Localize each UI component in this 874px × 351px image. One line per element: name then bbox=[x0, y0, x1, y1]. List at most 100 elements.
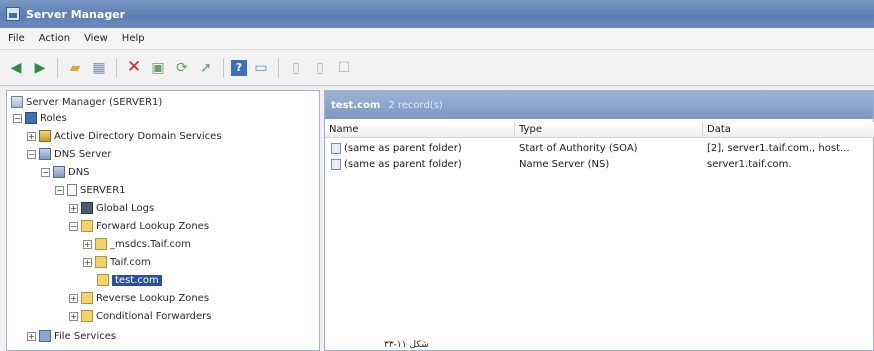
refresh-icon[interactable]: ⟳ bbox=[172, 58, 192, 78]
tree-label: DNS bbox=[68, 166, 90, 178]
folder-icon bbox=[81, 220, 93, 232]
table-row[interactable]: (same as parent folder) Start of Authori… bbox=[325, 141, 873, 155]
record-data: server1.taif.com. bbox=[707, 158, 792, 170]
tree-item-file-services[interactable]: + File Services bbox=[27, 329, 116, 343]
properties-icon[interactable]: ▣ bbox=[148, 58, 168, 78]
details-header: test.com 2 record(s) bbox=[325, 91, 873, 119]
tree-item-forward-lookup-zones[interactable]: − Forward Lookup Zones bbox=[69, 219, 209, 233]
back-arrow-icon[interactable]: ◀ bbox=[6, 58, 26, 78]
tree-item-roles[interactable]: − Roles bbox=[13, 111, 67, 125]
column-header-type[interactable]: Type bbox=[515, 122, 703, 138]
file-services-icon bbox=[39, 330, 51, 342]
dns-server-icon bbox=[39, 148, 51, 160]
disabled-tool-icon: ▯ bbox=[316, 59, 324, 76]
tree-item-dns[interactable]: − DNS bbox=[41, 165, 90, 179]
tree-item-conditional-forwarders[interactable]: + Conditional Forwarders bbox=[69, 309, 212, 323]
expand-toggle[interactable]: + bbox=[27, 131, 36, 141]
console-tree: Server Manager (SERVER1) − Roles + Activ… bbox=[6, 90, 320, 351]
help-icon[interactable]: ? bbox=[231, 59, 247, 76]
expand-toggle[interactable]: + bbox=[83, 257, 92, 267]
collapse-toggle[interactable]: − bbox=[69, 221, 78, 231]
toolbar-separator bbox=[278, 57, 279, 78]
tree-label: File Services bbox=[54, 330, 117, 342]
title-bar[interactable]: Server Manager bbox=[0, 0, 874, 28]
toolbar-separator bbox=[116, 57, 117, 78]
server-manager-app-icon bbox=[6, 7, 20, 21]
zone-name: test.com bbox=[331, 99, 381, 111]
server-manager-icon bbox=[11, 96, 23, 108]
folder-icon bbox=[81, 292, 93, 304]
tree-label: Active Directory Domain Services bbox=[54, 130, 222, 142]
expand-toggle[interactable]: + bbox=[69, 293, 78, 303]
tree-label-selected: test.com bbox=[112, 274, 162, 286]
tree-label: Reverse Lookup Zones bbox=[96, 292, 210, 304]
column-header-label: Type bbox=[519, 124, 542, 135]
collapse-toggle[interactable]: − bbox=[13, 113, 22, 123]
details-pane: test.com 2 record(s) Name Type Data (sam… bbox=[324, 90, 874, 351]
tree-item-active-directory[interactable]: + Active Directory Domain Services bbox=[27, 129, 222, 143]
column-header-data[interactable]: Data bbox=[703, 122, 874, 138]
collapse-toggle[interactable]: − bbox=[41, 167, 50, 177]
zone-folder-icon bbox=[95, 238, 107, 250]
expand-toggle[interactable]: + bbox=[69, 311, 78, 321]
menu-view[interactable]: View bbox=[84, 33, 108, 44]
column-header-label: Name bbox=[329, 124, 359, 135]
record-name: (same as parent folder) bbox=[344, 142, 462, 154]
column-header-name[interactable]: Name bbox=[325, 122, 515, 138]
menu-help[interactable]: Help bbox=[122, 33, 145, 44]
tree-label: Global Logs bbox=[96, 202, 155, 214]
record-name-cell: (same as parent folder) bbox=[331, 158, 462, 170]
up-folder-icon[interactable]: ▰ bbox=[65, 58, 85, 78]
tree-item-global-logs[interactable]: + Global Logs bbox=[69, 201, 154, 215]
tree-item-server1[interactable]: − SERVER1 bbox=[55, 183, 126, 197]
show-hide-tree-icon[interactable]: ▦ bbox=[89, 58, 109, 78]
folder-icon bbox=[81, 310, 93, 322]
toolbar-separator bbox=[57, 57, 58, 78]
record-icon bbox=[331, 158, 341, 170]
zone-folder-icon bbox=[95, 256, 107, 268]
menu-file[interactable]: File bbox=[8, 33, 25, 44]
expand-toggle[interactable]: + bbox=[83, 239, 92, 249]
active-directory-icon bbox=[39, 130, 51, 142]
toolbar-separator bbox=[223, 57, 224, 78]
logs-icon bbox=[81, 202, 93, 214]
expand-toggle[interactable]: + bbox=[69, 203, 78, 213]
record-icon bbox=[331, 142, 341, 154]
figure-caption: شکل ۱۱-۳۳ bbox=[384, 340, 429, 350]
tree-item-dns-server[interactable]: − DNS Server bbox=[27, 147, 112, 161]
dns-icon bbox=[53, 166, 65, 178]
table-row[interactable]: (same as parent folder) Name Server (NS)… bbox=[325, 157, 873, 171]
new-window-icon[interactable]: ▭ bbox=[251, 58, 271, 78]
menu-bar: File Action View Help bbox=[0, 28, 874, 50]
record-data: [2], server1.taif.com., host... bbox=[707, 142, 850, 154]
server-manager-window: Server Manager File Action View Help ◀ ▶… bbox=[0, 0, 874, 351]
disabled-tool-icon: ▯ bbox=[292, 59, 300, 76]
tree-label: Conditional Forwarders bbox=[96, 310, 212, 322]
record-count: 2 record(s) bbox=[388, 99, 443, 111]
window-title: Server Manager bbox=[26, 7, 126, 21]
record-type: Start of Authority (SOA) bbox=[519, 142, 638, 154]
tree-item-reverse-lookup-zones[interactable]: + Reverse Lookup Zones bbox=[69, 291, 209, 305]
roles-icon bbox=[25, 112, 37, 124]
collapse-toggle[interactable]: − bbox=[27, 149, 36, 159]
server-icon bbox=[67, 184, 77, 196]
forward-arrow-icon[interactable]: ▶ bbox=[30, 58, 50, 78]
tree-item-taif-zone[interactable]: + Taif.com bbox=[83, 255, 151, 269]
record-name: (same as parent folder) bbox=[344, 158, 462, 170]
column-header-label: Data bbox=[707, 124, 731, 135]
export-list-icon[interactable]: ➚ bbox=[196, 58, 216, 78]
menu-action[interactable]: Action bbox=[39, 33, 70, 44]
expand-toggle[interactable]: + bbox=[27, 331, 36, 341]
tree-item-server-manager[interactable]: Server Manager (SERVER1) bbox=[11, 95, 162, 109]
tree-label: DNS Server bbox=[54, 148, 112, 160]
tree-item-test-zone[interactable]: test.com bbox=[97, 273, 162, 287]
collapse-toggle[interactable]: − bbox=[55, 185, 64, 195]
tree-label: _msdcs.Taif.com bbox=[110, 238, 191, 250]
tree-label: Server Manager (SERVER1) bbox=[26, 96, 163, 108]
tree-label: Roles bbox=[40, 112, 67, 124]
tree-label: Forward Lookup Zones bbox=[96, 220, 210, 232]
tree-item-msdcs-zone[interactable]: + _msdcs.Taif.com bbox=[83, 237, 191, 251]
delete-icon[interactable]: ✕ bbox=[124, 58, 144, 78]
toolbar: ◀ ▶ ▰ ▦ ✕ ▣ ⟳ ➚ ? ▭ ▯ ▯ ☐ bbox=[0, 50, 874, 86]
tree-label: Taif.com bbox=[110, 256, 151, 268]
